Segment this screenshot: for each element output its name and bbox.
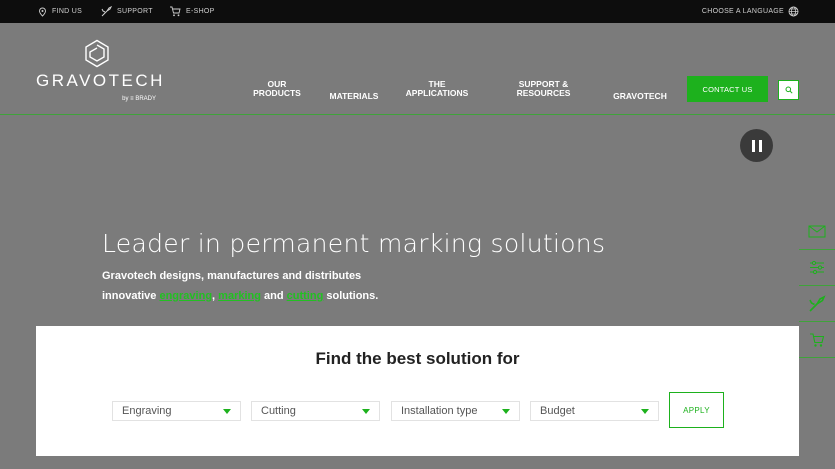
- nav-materials[interactable]: MATERIALS: [326, 92, 382, 101]
- nav-our-products[interactable]: OUR PRODUCTS: [250, 80, 304, 98]
- installation-type-select[interactable]: Installation type: [391, 401, 520, 421]
- hero-line-1: Gravotech designs, manufactures and dist…: [102, 270, 362, 282]
- engraving-select-value: Engraving: [122, 405, 172, 417]
- eshop-link[interactable]: E-SHOP: [169, 6, 215, 17]
- side-support-button[interactable]: [799, 286, 835, 322]
- logo-wordmark: GRAVOTECH: [36, 71, 165, 90]
- cart-icon: [810, 332, 825, 347]
- nav-gravotech[interactable]: GRAVOTECH: [609, 92, 671, 101]
- logo-mark-icon: [85, 39, 109, 68]
- cutting-select-value: Cutting: [261, 405, 296, 417]
- support-link[interactable]: SUPPORT: [101, 6, 153, 17]
- engraving-select[interactable]: Engraving: [112, 401, 241, 421]
- search-icon: [785, 86, 793, 94]
- slider-pause-button[interactable]: [740, 129, 773, 162]
- main-header: GRAVOTECH by ≡ BRADY OUR PRODUCTS MATERI…: [0, 23, 835, 115]
- contact-us-button[interactable]: CONTACT US: [687, 76, 768, 102]
- wrench-icon: [101, 6, 112, 17]
- pause-icon: [751, 139, 755, 152]
- support-label: SUPPORT: [117, 8, 153, 15]
- cutting-select[interactable]: Cutting: [251, 401, 380, 421]
- globe-icon: [788, 6, 799, 17]
- mail-icon: [808, 225, 826, 238]
- nav-support-line2: RESOURCES: [516, 88, 571, 98]
- nav-products-line2: PRODUCTS: [253, 88, 301, 98]
- hero-line-2-prefix: innovative: [102, 290, 160, 302]
- side-shop-button[interactable]: [799, 322, 835, 358]
- caret-down-icon: [641, 409, 649, 414]
- hero-title: Leader in permanent marking solutions: [102, 229, 606, 258]
- eshop-label: E-SHOP: [186, 8, 215, 15]
- hero-line-2: innovative engraving, marking and cuttin…: [102, 286, 378, 306]
- sliders-icon: [810, 260, 824, 275]
- cutting-link[interactable]: cutting: [287, 290, 324, 302]
- wrench-icon: [809, 294, 826, 312]
- pause-icon-bar: [758, 139, 762, 152]
- cart-icon: [170, 6, 181, 17]
- marking-link[interactable]: marking: [218, 290, 261, 302]
- budget-select-value: Budget: [540, 405, 575, 417]
- finder-title: Find the best solution for: [315, 349, 520, 368]
- budget-select[interactable]: Budget: [530, 401, 659, 421]
- nav-applications-line2: APPLICATIONS: [405, 88, 469, 98]
- side-quick-links: [799, 214, 835, 358]
- logo-byline: by ≡ BRADY: [122, 96, 156, 102]
- top-bar: FIND US SUPPORT E-SHOP CHOOSE A LANGUAGE: [0, 0, 835, 23]
- hero-line-2-suffix: solutions.: [323, 290, 379, 302]
- nav-materials-label: MATERIALS: [329, 91, 379, 101]
- language-label: CHOOSE A LANGUAGE: [701, 8, 784, 15]
- nav-support-resources[interactable]: SUPPORT & RESOURCES: [512, 80, 575, 98]
- find-us-label: FIND US: [52, 8, 83, 15]
- language-selector[interactable]: CHOOSE A LANGUAGE: [702, 6, 799, 17]
- nav-gravotech-label: GRAVOTECH: [613, 91, 667, 101]
- caret-down-icon: [502, 409, 510, 414]
- solution-finder: Find the best solution for Engraving Cut…: [36, 326, 799, 456]
- gravotech-logo[interactable]: GRAVOTECH by ≡ BRADY: [36, 39, 165, 102]
- hero-sep-2: and: [260, 290, 287, 302]
- hero-description: Gravotech designs, manufactures and dist…: [102, 266, 378, 306]
- find-us-link[interactable]: FIND US: [38, 7, 82, 17]
- caret-down-icon: [223, 409, 231, 414]
- apply-button[interactable]: APPLY: [669, 392, 724, 428]
- search-button[interactable]: [778, 80, 799, 100]
- side-configurator-button[interactable]: [799, 250, 835, 286]
- nav-the-applications[interactable]: THE APPLICATIONS: [401, 80, 473, 98]
- engraving-link[interactable]: engraving: [159, 290, 212, 302]
- location-pin-icon: [39, 7, 46, 17]
- side-contact-button[interactable]: [799, 214, 835, 250]
- installation-type-select-value: Installation type: [401, 405, 478, 417]
- caret-down-icon: [362, 409, 370, 414]
